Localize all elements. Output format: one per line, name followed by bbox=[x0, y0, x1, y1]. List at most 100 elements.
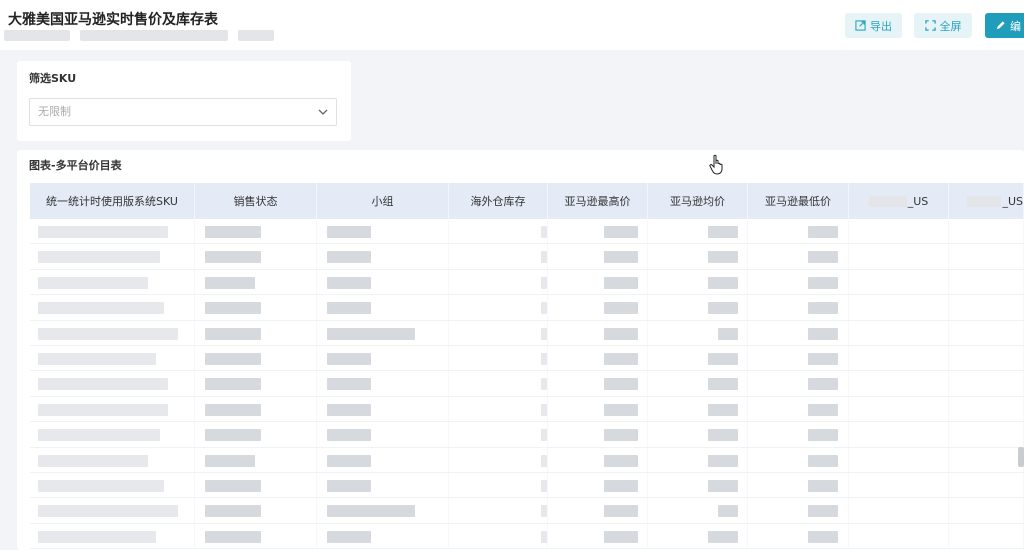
redacted-value bbox=[604, 352, 638, 365]
table-cell bbox=[949, 447, 1024, 472]
table-row[interactable] bbox=[30, 295, 1024, 321]
redacted-value bbox=[604, 479, 638, 492]
table-cell bbox=[748, 269, 849, 295]
page-title: 大雅美国亚马逊实时售价及库存表 bbox=[8, 12, 218, 28]
redacted-value bbox=[808, 403, 838, 416]
redacted-value bbox=[205, 505, 261, 518]
table-cell bbox=[30, 498, 195, 523]
table-cell bbox=[195, 447, 317, 472]
table-cell bbox=[317, 396, 449, 422]
table-row[interactable] bbox=[30, 447, 1024, 473]
table-cell bbox=[748, 472, 849, 498]
table-row[interactable] bbox=[30, 396, 1024, 423]
column-header-us-platform-1[interactable]: _US bbox=[849, 183, 949, 219]
table-row[interactable] bbox=[30, 523, 1024, 550]
sku-filter-label: 筛选SKU bbox=[29, 72, 77, 85]
table-cell bbox=[449, 472, 548, 498]
table-cell bbox=[849, 498, 949, 523]
table-cell bbox=[317, 472, 449, 498]
redacted-value bbox=[718, 505, 738, 518]
table-row[interactable] bbox=[30, 498, 1024, 524]
table-cell bbox=[648, 219, 748, 244]
table-row[interactable] bbox=[30, 320, 1024, 346]
table-cell bbox=[849, 447, 949, 472]
table-cell bbox=[949, 371, 1024, 396]
table-cell bbox=[317, 269, 449, 295]
table-cell bbox=[849, 472, 949, 498]
table-cell bbox=[748, 320, 849, 345]
table-cell bbox=[849, 345, 949, 371]
table-cell bbox=[30, 320, 195, 345]
table-row[interactable] bbox=[30, 244, 1024, 270]
export-button[interactable]: 导出 bbox=[845, 13, 902, 38]
sku-filter-value: 无限制 bbox=[38, 105, 71, 118]
column-header-amazon-min-price[interactable]: 亚马逊最低价 bbox=[748, 183, 849, 219]
table-cell bbox=[317, 244, 449, 269]
redacted-value bbox=[205, 429, 261, 442]
table-row[interactable] bbox=[30, 371, 1024, 397]
edit-label: 编 bbox=[1010, 19, 1021, 33]
redacted-value bbox=[38, 276, 148, 289]
table-row[interactable] bbox=[30, 472, 1024, 499]
table-cell bbox=[949, 523, 1024, 549]
redacted-value bbox=[808, 276, 838, 289]
redacted-value bbox=[708, 429, 738, 442]
column-header-sales-status[interactable]: 销售状态 bbox=[195, 183, 317, 219]
table-cell bbox=[949, 295, 1024, 320]
redacted-value bbox=[327, 251, 371, 264]
table-cell bbox=[195, 498, 317, 523]
redacted-value bbox=[604, 327, 638, 340]
column-header-us-platform-2[interactable]: _US bbox=[949, 183, 1024, 219]
table-cell bbox=[317, 295, 449, 320]
table-cell bbox=[648, 345, 748, 371]
table-cell bbox=[949, 396, 1024, 422]
table-cell bbox=[317, 523, 449, 549]
table-row[interactable] bbox=[30, 219, 1024, 245]
redacted-value bbox=[541, 505, 547, 518]
table-cell bbox=[648, 498, 748, 523]
table-cell bbox=[849, 295, 949, 320]
table-cell bbox=[449, 320, 548, 345]
column-header-amazon-avg-price[interactable]: 亚马逊均价 bbox=[648, 183, 748, 219]
price-table: 统一统计时使用版系统SKU 销售状态 小组 海外仓库存 亚马逊最高价 亚马逊均价… bbox=[30, 183, 1024, 550]
hand-pointer-icon bbox=[709, 154, 723, 175]
redacted-value bbox=[205, 302, 261, 315]
table-row[interactable] bbox=[30, 345, 1024, 372]
column-header-amazon-max-price[interactable]: 亚马逊最高价 bbox=[548, 183, 648, 219]
table-cell bbox=[748, 371, 849, 396]
column-header-overseas-stock[interactable]: 海外仓库存 bbox=[449, 183, 548, 219]
scroll-indicator[interactable] bbox=[1018, 447, 1024, 467]
table-cell bbox=[548, 269, 648, 295]
table-cell bbox=[949, 472, 1024, 498]
table-cell bbox=[30, 523, 195, 549]
table-cell bbox=[548, 472, 648, 498]
edit-button[interactable]: 编 bbox=[985, 13, 1024, 38]
redacted-value bbox=[604, 226, 638, 238]
table-cell bbox=[30, 219, 195, 244]
redacted-value bbox=[808, 378, 838, 391]
redacted-value bbox=[541, 454, 547, 467]
redacted-value bbox=[708, 479, 738, 492]
sku-filter-select[interactable]: 无限制 bbox=[29, 98, 337, 126]
redacted-value bbox=[38, 378, 168, 391]
column-header-sku[interactable]: 统一统计时使用版系统SKU bbox=[30, 183, 195, 219]
table-cell bbox=[30, 371, 195, 396]
table-row[interactable] bbox=[30, 422, 1024, 448]
table-cell bbox=[317, 371, 449, 396]
redacted-value bbox=[604, 302, 638, 315]
table-cell bbox=[949, 422, 1024, 447]
table-cell bbox=[449, 219, 548, 244]
table-cell bbox=[195, 472, 317, 498]
redacted-value bbox=[38, 226, 168, 238]
page-subtitle-redacted bbox=[4, 30, 274, 41]
table-cell bbox=[30, 447, 195, 472]
redacted-value bbox=[604, 403, 638, 416]
redacted-value bbox=[38, 429, 160, 442]
redacted-value bbox=[327, 276, 371, 289]
table-row[interactable] bbox=[30, 269, 1024, 296]
table-cell bbox=[849, 244, 949, 269]
fullscreen-button[interactable]: 全屏 bbox=[914, 13, 972, 38]
redacted-value bbox=[205, 251, 261, 264]
column-header-group[interactable]: 小组 bbox=[317, 183, 449, 219]
redacted-value bbox=[541, 530, 547, 543]
